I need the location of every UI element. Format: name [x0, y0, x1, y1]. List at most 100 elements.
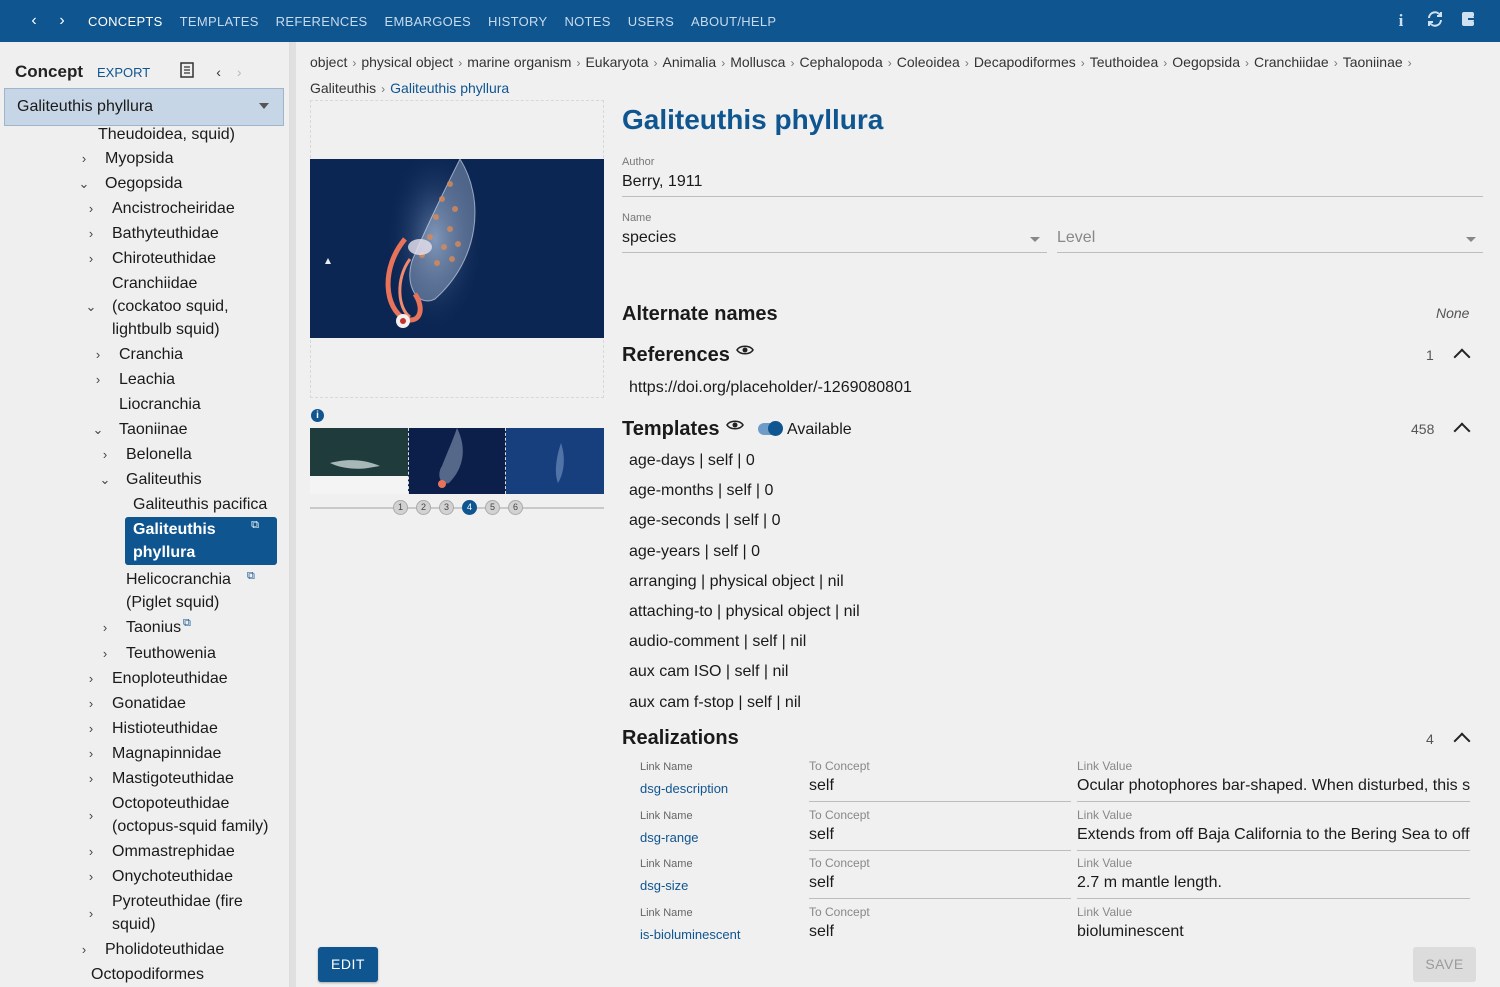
save-button[interactable]: SAVE: [1413, 947, 1476, 982]
chevron-right-icon[interactable]: ›: [85, 865, 97, 888]
page-dot[interactable]: 6: [508, 500, 523, 515]
breadcrumb-item[interactable]: Cephalopoda: [799, 54, 882, 70]
breadcrumb-item[interactable]: marine organism: [467, 54, 571, 70]
rank-level-select[interactable]: Level: [1057, 229, 1095, 247]
template-item[interactable]: arranging | physical object | nil: [629, 569, 1329, 599]
template-item[interactable]: attaching-to | physical object | nil: [629, 599, 1329, 629]
export-button[interactable]: EXPORT: [97, 65, 150, 80]
rank-name-select[interactable]: species: [622, 229, 676, 247]
chevron-right-icon[interactable]: ›: [85, 742, 97, 765]
chevron-right-icon[interactable]: ›: [99, 443, 111, 466]
breadcrumb-item[interactable]: Decapodiformes: [974, 54, 1076, 70]
chevron-right-icon[interactable]: ›: [78, 147, 90, 170]
chevron-right-icon[interactable]: ›: [92, 368, 104, 391]
chevron-right-icon[interactable]: ›: [99, 616, 111, 639]
eye-icon[interactable]: [736, 343, 754, 360]
sidebar-resize-handle[interactable]: [290, 42, 296, 987]
thumbnail-2[interactable]: [408, 428, 506, 494]
page-dot[interactable]: 2: [416, 500, 431, 515]
chevron-right-icon[interactable]: ›: [92, 343, 104, 366]
link-value-value[interactable]: 2.7 m mantle length.: [1077, 874, 1470, 892]
link-value-value[interactable]: bioluminescent: [1077, 923, 1470, 941]
breadcrumb-item[interactable]: Oegopsida: [1172, 54, 1240, 70]
chevron-down-icon[interactable]: ⌄: [99, 468, 111, 491]
chevron-right-icon[interactable]: ›: [85, 840, 97, 863]
template-item[interactable]: aux cam f-stop | self | nil: [629, 690, 1329, 711]
chevron-right-icon[interactable]: ›: [85, 902, 97, 925]
breadcrumb-item[interactable]: Cranchiidae: [1254, 54, 1329, 70]
template-item[interactable]: age-days | self | 0: [629, 448, 1329, 478]
page-dot-active[interactable]: 4: [462, 500, 477, 515]
edit-button[interactable]: EDIT: [318, 947, 378, 982]
menu-references[interactable]: REFERENCES: [276, 14, 368, 29]
tree-view-icon[interactable]: [180, 62, 196, 82]
page-dot[interactable]: 1: [393, 500, 408, 515]
page-dot[interactable]: 3: [439, 500, 454, 515]
chevron-up-icon[interactable]: [1453, 732, 1471, 750]
info-icon[interactable]: i: [1392, 11, 1410, 31]
chevron-down-icon[interactable]: [1466, 237, 1476, 242]
concept-selector[interactable]: Galiteuthis phyllura: [4, 88, 284, 126]
link-name-value[interactable]: dsg-description: [640, 781, 728, 796]
back-arrow-icon[interactable]: ‹: [20, 12, 48, 30]
chevron-right-icon[interactable]: ›: [85, 717, 97, 740]
breadcrumb-item[interactable]: object: [310, 54, 347, 70]
chevron-down-icon[interactable]: ⌄: [92, 418, 104, 441]
chevron-right-icon[interactable]: ›: [99, 642, 111, 665]
menu-about-help[interactable]: ABOUT/HELP: [691, 14, 776, 29]
tree-item-galiteuthis-phyllura-selected[interactable]: Galiteuthis phyllura ⧉: [125, 517, 277, 565]
breadcrumb-item[interactable]: Eukaryota: [585, 54, 648, 70]
to-concept-value[interactable]: self: [809, 923, 834, 941]
menu-templates[interactable]: TEMPLATES: [180, 14, 259, 29]
template-item[interactable]: age-years | self | 0: [629, 539, 1329, 569]
breadcrumb-item[interactable]: Mollusca: [730, 54, 785, 70]
template-item[interactable]: age-seconds | self | 0: [629, 508, 1329, 538]
link-name-value[interactable]: dsg-size: [640, 878, 688, 893]
breadcrumb-item[interactable]: Coleoidea: [897, 54, 960, 70]
link-value-value[interactable]: Ocular photophores bar-shaped. When dist…: [1077, 777, 1470, 795]
thumbnail-3[interactable]: [506, 428, 604, 494]
link-name-value[interactable]: is-bioluminescent: [640, 927, 740, 942]
breadcrumb-item[interactable]: Animalia: [663, 54, 717, 70]
reference-item[interactable]: https://doi.org/placeholder/-1269080801: [629, 379, 912, 397]
menu-concepts[interactable]: CONCEPTS: [88, 14, 163, 29]
chevron-right-icon[interactable]: ›: [78, 938, 90, 961]
eye-icon[interactable]: [726, 418, 744, 435]
breadcrumb-item[interactable]: Teuthoidea: [1090, 54, 1159, 70]
next-concept-icon[interactable]: ›: [237, 64, 242, 80]
to-concept-value[interactable]: self: [809, 777, 834, 795]
chevron-up-icon[interactable]: [1453, 422, 1471, 440]
to-concept-value[interactable]: self: [809, 826, 834, 844]
menu-users[interactable]: USERS: [628, 14, 674, 29]
breadcrumb-item[interactable]: physical object: [361, 54, 453, 70]
chevron-right-icon[interactable]: ›: [85, 767, 97, 790]
chevron-down-icon[interactable]: ⌄: [78, 172, 90, 195]
chevron-right-icon[interactable]: ›: [85, 222, 97, 245]
media-info-icon[interactable]: i: [311, 409, 324, 422]
sync-icon[interactable]: [1426, 10, 1444, 33]
menu-notes[interactable]: NOTES: [564, 14, 610, 29]
to-concept-value[interactable]: self: [809, 874, 834, 892]
thumbnail-1[interactable]: [310, 428, 408, 494]
author-field[interactable]: Berry, 1911: [622, 173, 702, 191]
breadcrumb-item[interactable]: Galiteuthis: [310, 80, 376, 96]
logout-icon[interactable]: [1460, 10, 1479, 33]
forward-arrow-icon[interactable]: ›: [48, 12, 76, 30]
template-item[interactable]: age-months | self | 0: [629, 478, 1329, 508]
menu-history[interactable]: HISTORY: [488, 14, 547, 29]
concept-photo[interactable]: [310, 159, 604, 338]
template-item[interactable]: aux cam ISO | self | nil: [629, 659, 1329, 689]
chevron-down-icon[interactable]: ⌄: [85, 295, 97, 318]
chevron-right-icon[interactable]: ›: [85, 247, 97, 270]
breadcrumb-item[interactable]: Taoniinae: [1343, 54, 1403, 70]
template-item[interactable]: audio-comment | self | nil: [629, 629, 1329, 659]
page-dot[interactable]: 5: [485, 500, 500, 515]
chevron-up-icon[interactable]: [1453, 348, 1471, 366]
available-toggle[interactable]: [758, 421, 783, 436]
chevron-right-icon[interactable]: ›: [85, 692, 97, 715]
link-name-value[interactable]: dsg-range: [640, 830, 699, 845]
previous-concept-icon[interactable]: ‹: [216, 64, 221, 80]
chevron-right-icon[interactable]: ›: [85, 667, 97, 690]
menu-embargoes[interactable]: EMBARGOES: [385, 14, 472, 29]
link-value-value[interactable]: Extends from off Baja California to the …: [1077, 826, 1470, 844]
